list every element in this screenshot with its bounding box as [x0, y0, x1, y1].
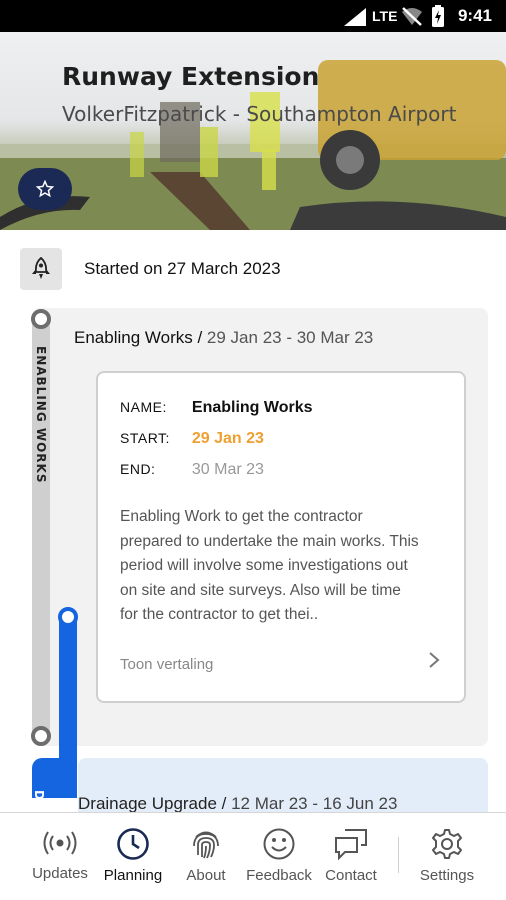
- broadcast-icon: [43, 831, 77, 855]
- end-key: END:: [120, 461, 156, 477]
- nav-feedback[interactable]: Feedback: [242, 827, 316, 884]
- nav-label: Planning: [103, 867, 163, 884]
- signal-icon: [344, 8, 366, 26]
- nav-label: Feedback: [246, 867, 312, 884]
- start-key: START:: [120, 430, 170, 446]
- detail-end-row: END: 30 Mar 23: [120, 461, 264, 479]
- phase-heading[interactable]: Enabling Works / 29 Jan 23 - 30 Mar 23: [74, 328, 373, 348]
- name-key: NAME:: [120, 399, 167, 415]
- chat-icon: [335, 829, 367, 861]
- network-type: LTE: [372, 8, 398, 24]
- project-hero: Runway Extension VolkerFitzpatrick - Sou…: [0, 32, 506, 230]
- nav-updates[interactable]: Updates: [23, 827, 97, 882]
- project-start-row: Started on 27 March 2023: [20, 248, 490, 292]
- phase-detail-card[interactable]: NAME: Enabling Works START: 29 Jan 23 EN…: [96, 371, 466, 703]
- favorite-button[interactable]: [18, 168, 72, 210]
- nav-divider: [398, 837, 399, 873]
- phase-side-bar: ENABLING WORKS: [32, 310, 50, 738]
- start-date-text: Started on 27 March 2023: [84, 259, 281, 278]
- nav-label: About: [186, 867, 226, 884]
- phase-name: Enabling Works /: [74, 328, 203, 347]
- phase-end-dot: [31, 726, 51, 746]
- phase-description: Enabling Work to get the contractor prep…: [120, 508, 419, 623]
- phase-start-dot: [31, 309, 51, 329]
- current-phase-line: [59, 612, 77, 780]
- fingerprint-icon: [193, 831, 219, 859]
- rocket-icon: [32, 257, 50, 279]
- star-icon: [36, 180, 54, 198]
- current-phase-dot: [58, 607, 78, 627]
- next-phase-heading: Drainage Upgrade / 12 Mar 23 - 16 Jun 23: [78, 794, 397, 814]
- end-value: 30 Mar 23: [191, 461, 264, 478]
- next-phase-card[interactable]: Drainage Upgrade / 12 Mar 23 - 16 Jun 23: [78, 758, 488, 818]
- name-value: Enabling Works: [191, 399, 313, 416]
- wifi-off-icon: [402, 7, 422, 26]
- project-subtitle: VolkerFitzpatrick - Southampton Airport: [62, 102, 457, 126]
- nav-label: Updates: [32, 865, 88, 882]
- nav-label: Settings: [419, 867, 475, 884]
- nav-about[interactable]: About: [169, 827, 243, 884]
- phase-side-label: ENABLING WORKS: [34, 346, 48, 484]
- phase-dates: 29 Jan 23 - 30 Mar 23: [202, 328, 374, 347]
- detail-name-row: NAME: Enabling Works: [120, 399, 313, 417]
- smiley-icon: [263, 828, 295, 860]
- clock: 9:41: [457, 6, 492, 25]
- nav-label: Contact: [325, 867, 377, 884]
- clock-icon: [117, 828, 149, 860]
- detail-start-row: START: 29 Jan 23: [120, 430, 264, 448]
- next-phase-side-label: DR: [32, 790, 46, 810]
- bottom-navigation: Updates Planning About Feedback Contact …: [0, 812, 506, 900]
- nav-planning[interactable]: Planning: [96, 827, 170, 884]
- rocket-icon-box: [20, 248, 62, 290]
- next-phase-name: Drainage Upgrade /: [78, 794, 227, 813]
- nav-settings[interactable]: Settings: [410, 827, 484, 884]
- chevron-right-icon[interactable]: [428, 651, 440, 669]
- start-value: 29 Jan 23: [191, 430, 264, 447]
- status-bar: LTE 9:41: [0, 0, 506, 32]
- nav-contact[interactable]: Contact: [314, 827, 388, 884]
- project-title: Runway Extension: [62, 62, 320, 91]
- translate-link[interactable]: Toon vertaling: [120, 656, 213, 673]
- battery-icon: [432, 5, 444, 27]
- next-phase-dates: 12 Mar 23 - 16 Jun 23: [226, 794, 398, 813]
- gear-icon: [432, 829, 462, 859]
